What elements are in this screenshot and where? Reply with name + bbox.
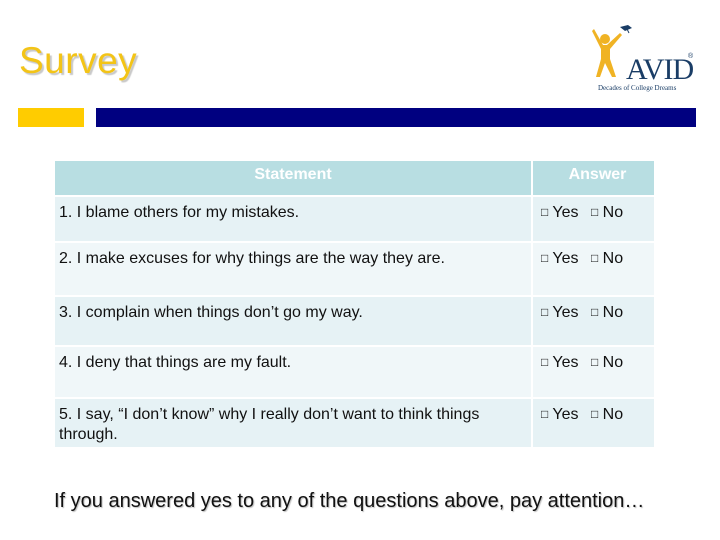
- table-row: 5. I say, “I don’t know” why I really do…: [55, 399, 654, 449]
- no-label: No: [602, 204, 624, 221]
- yes-label: Yes: [552, 204, 579, 221]
- checkbox-icon[interactable]: □: [541, 355, 548, 369]
- yes-option[interactable]: □ Yes: [541, 250, 579, 267]
- checkbox-icon[interactable]: □: [591, 205, 598, 219]
- avid-logo: AVID ® Decades of College Dreams: [590, 25, 700, 95]
- accent-bar-yellow: [18, 108, 84, 127]
- header-answer: Answer: [533, 161, 654, 197]
- answer-cell: □ Yes □ No: [533, 197, 654, 243]
- no-label: No: [602, 304, 624, 321]
- table-row: 4. I deny that things are my fault. □ Ye…: [55, 347, 654, 399]
- table-row: 1. I blame others for my mistakes. □ Yes…: [55, 197, 654, 243]
- no-label: No: [602, 354, 624, 371]
- table-row: 2. I make excuses for why things are the…: [55, 243, 654, 297]
- checkbox-icon[interactable]: □: [591, 407, 598, 421]
- logo-tagline: Decades of College Dreams: [598, 84, 677, 92]
- answer-cell: □ Yes □ No: [533, 297, 654, 347]
- table-header-row: Statement Answer: [55, 161, 654, 197]
- checkbox-icon[interactable]: □: [541, 407, 548, 421]
- statement-cell: 1. I blame others for my mistakes.: [55, 197, 533, 243]
- footer-note: If you answered yes to any of the questi…: [54, 490, 645, 512]
- yes-label: Yes: [552, 354, 579, 371]
- statement-cell: 3. I complain when things don’t go my wa…: [55, 297, 533, 347]
- checkbox-icon[interactable]: □: [541, 305, 548, 319]
- answer-cell: □ Yes □ No: [533, 243, 654, 297]
- no-label: No: [602, 406, 624, 423]
- checkbox-icon[interactable]: □: [541, 251, 548, 265]
- checkbox-icon[interactable]: □: [591, 355, 598, 369]
- slide-title: Survey: [19, 40, 138, 81]
- answer-cell: □ Yes □ No: [533, 347, 654, 399]
- no-label: No: [602, 250, 624, 267]
- no-option[interactable]: □ No: [591, 204, 623, 221]
- statement-cell: 2. I make excuses for why things are the…: [55, 243, 533, 297]
- statement-cell: 4. I deny that things are my fault.: [55, 347, 533, 399]
- no-option[interactable]: □ No: [591, 354, 623, 371]
- yes-label: Yes: [552, 406, 579, 423]
- yes-option[interactable]: □ Yes: [541, 204, 579, 221]
- no-option[interactable]: □ No: [591, 406, 623, 423]
- survey-table: Statement Answer 1. I blame others for m…: [55, 161, 654, 449]
- yes-label: Yes: [552, 304, 579, 321]
- logo-registered-mark: ®: [688, 53, 694, 60]
- table-row: 3. I complain when things don’t go my wa…: [55, 297, 654, 347]
- yes-option[interactable]: □ Yes: [541, 406, 579, 423]
- yes-option[interactable]: □ Yes: [541, 354, 579, 371]
- yes-option[interactable]: □ Yes: [541, 304, 579, 321]
- accent-bar-navy: [96, 108, 696, 127]
- checkbox-icon[interactable]: □: [591, 305, 598, 319]
- statement-cell: 5. I say, “I don’t know” why I really do…: [55, 399, 533, 449]
- checkbox-icon[interactable]: □: [541, 205, 548, 219]
- answer-cell: □ Yes □ No: [533, 399, 654, 449]
- logo-wordmark: AVID: [626, 53, 694, 86]
- no-option[interactable]: □ No: [591, 250, 623, 267]
- yes-label: Yes: [552, 250, 579, 267]
- checkbox-icon[interactable]: □: [591, 251, 598, 265]
- no-option[interactable]: □ No: [591, 304, 623, 321]
- header-statement: Statement: [55, 161, 533, 197]
